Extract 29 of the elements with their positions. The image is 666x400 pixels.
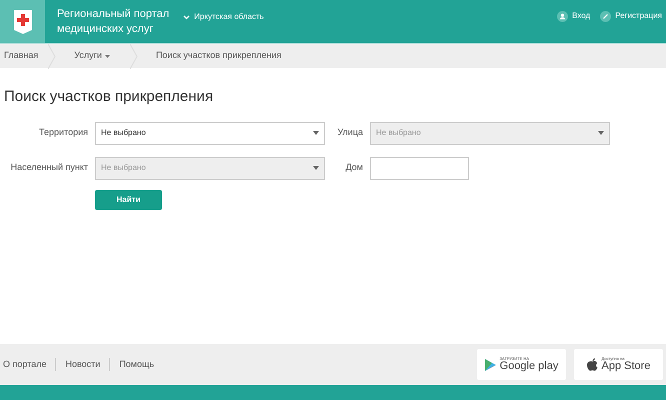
pencil-icon xyxy=(600,10,612,22)
apple-icon xyxy=(586,358,598,371)
input-field[interactable] xyxy=(370,156,469,180)
breadcrumb-link[interactable]: Главная xyxy=(0,49,48,63)
caret-icon xyxy=(313,131,319,135)
search-button[interactable]: Найти xyxy=(95,190,162,210)
breadcrumb-link[interactable]: Услуги xyxy=(74,49,130,63)
portal-title: медицинских услуг xyxy=(57,22,154,36)
breadcrumb-link[interactable]: Поиск участков прикрепления xyxy=(156,49,282,63)
caret-icon xyxy=(598,131,604,135)
breadcrumb-separator-icon xyxy=(130,44,138,68)
field-label: Улица xyxy=(336,126,363,139)
caret-icon xyxy=(104,54,110,58)
field-label: Территория xyxy=(38,126,88,139)
breadcrumb-separator-icon xyxy=(48,44,56,68)
portal-title: Региональный портал xyxy=(57,6,170,22)
medical-cross-icon xyxy=(14,10,32,34)
caret-icon xyxy=(313,166,319,170)
field-label: Дом xyxy=(344,160,363,174)
footer-link[interactable]: Новости xyxy=(55,358,110,372)
logo[interactable] xyxy=(0,0,45,43)
page-title: Поиск участков прикрепления xyxy=(4,87,214,107)
user-icon xyxy=(557,10,568,22)
play-triangle-icon xyxy=(484,358,496,370)
chevron-down-icon xyxy=(183,14,190,20)
dropdown-field[interactable]: Не выбрано xyxy=(95,122,325,144)
footer-link[interactable]: О портале xyxy=(3,358,56,372)
footer-link[interactable]: Помощь xyxy=(109,358,164,372)
field-label: Населенный пункт xyxy=(10,160,88,174)
